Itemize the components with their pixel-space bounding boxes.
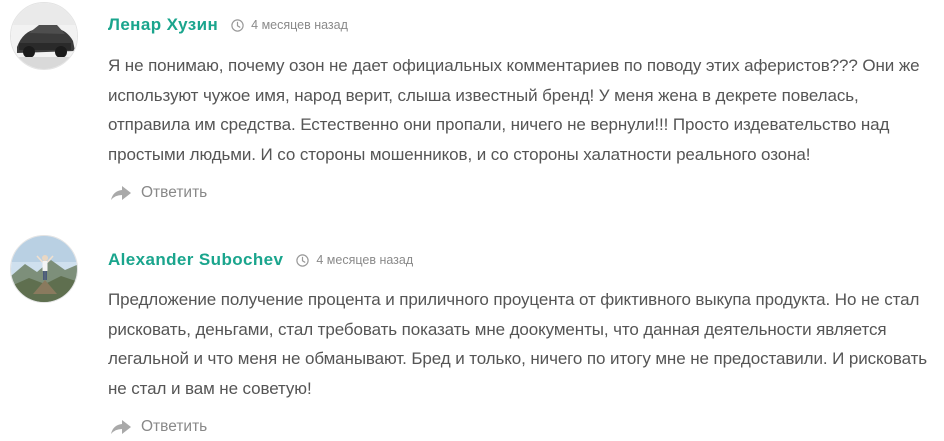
avatar[interactable] [10, 235, 78, 303]
reply-button[interactable]: Ответить [110, 417, 207, 437]
avatar-photo [11, 3, 77, 69]
comment-text: Я не понимаю, почему озон не дает официа… [108, 56, 920, 164]
reply-arrow-icon [110, 419, 132, 435]
comment-author[interactable]: Ленар Хузин [108, 14, 218, 36]
reply-label: Ответить [141, 418, 208, 435]
avatar[interactable] [10, 2, 78, 70]
clock-icon [296, 253, 310, 267]
reply-arrow-icon [110, 185, 132, 201]
comment-date: 4 месяцев назад [316, 253, 414, 267]
reply-button[interactable]: Ответить [110, 183, 207, 203]
comment-meta: Alexander Subochev 4 месяцев назад [108, 249, 413, 271]
comment-text: Предложение получение процента и приличн… [108, 290, 928, 398]
reply-label: Ответить [141, 184, 208, 201]
avatar-photo [11, 236, 77, 302]
comment-date: 4 месяцев назад [251, 18, 348, 32]
comment-author[interactable]: Alexander Subochev [108, 249, 283, 271]
comment-meta: Ленар Хузин 4 месяцев назад [108, 14, 348, 36]
clock-icon [231, 18, 244, 32]
